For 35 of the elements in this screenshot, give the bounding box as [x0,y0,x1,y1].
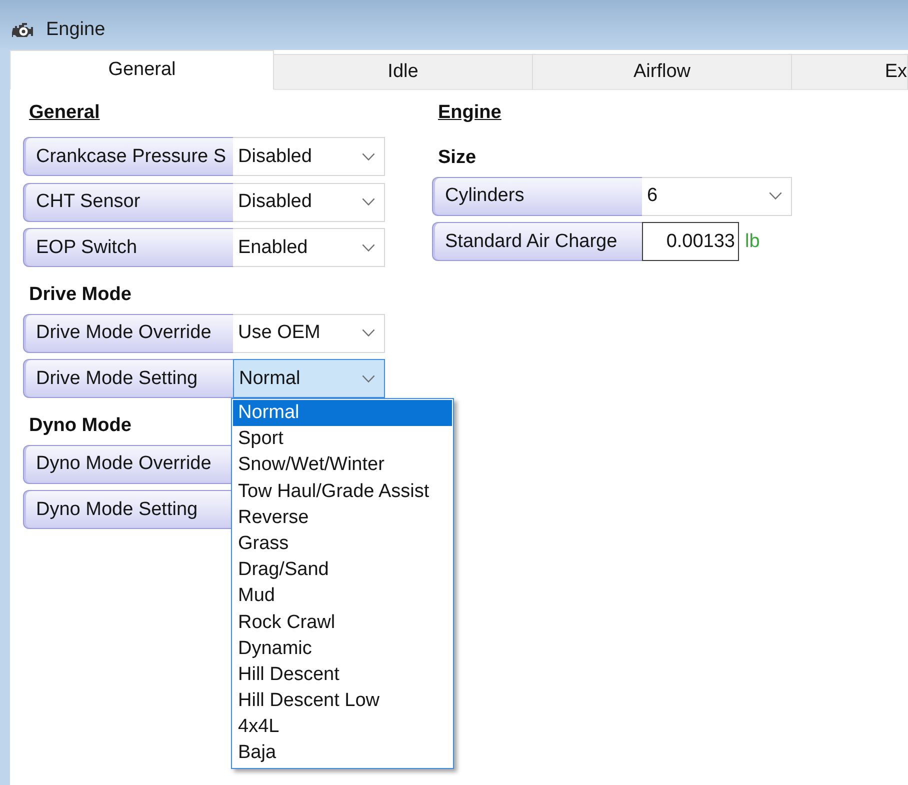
parameter-button[interactable]: EOP Switch [23,228,233,267]
tab[interactable]: Airflow [533,54,792,90]
number-field[interactable]: 0.00133 [642,222,739,261]
unit-label: lb [745,230,760,252]
dropdown-field[interactable]: Use OEM [233,314,385,352]
group-heading: Drive Mode [29,283,132,307]
engine-icon [12,21,34,39]
chevron-down-icon [362,374,375,382]
tab[interactable]: Ex [792,54,908,90]
parameter-button[interactable]: Dyno Mode Override [23,444,233,484]
chevron-down-icon [769,192,782,200]
section-heading: Engine [438,101,502,125]
tab[interactable]: Idle [274,54,533,90]
parameter-button[interactable]: CHT Sensor [23,182,233,222]
dropdown-option[interactable]: Normal [233,400,452,426]
parameter-button[interactable]: Drive Mode Override [23,314,233,352]
parameter-button[interactable]: Cylinders [432,176,642,216]
group-heading: Dyno Mode [29,414,132,438]
parameter-button[interactable]: Dyno Mode Setting [23,490,233,529]
chevron-down-icon [362,244,375,252]
dropdown-field[interactable]: Disabled [233,182,385,222]
dropdown-field[interactable]: Enabled [233,228,385,267]
chevron-down-icon [362,198,375,206]
group-heading: Size [438,146,476,170]
parameter-button[interactable]: Crankcase Pressure S [23,137,233,176]
chevron-down-icon [362,329,375,337]
parameter-button[interactable]: Standard Air Charge [432,222,642,261]
window-title: Engine [46,19,106,41]
dropdown-field[interactable]: 6 [642,176,792,216]
dropdown-field[interactable]: Normal [233,359,385,398]
chevron-down-icon [362,152,375,160]
tab[interactable]: General [10,50,274,90]
section-heading: General [29,101,100,125]
dropdown-field[interactable]: Disabled [233,137,385,176]
parameter-button[interactable]: Drive Mode Setting [23,359,233,398]
